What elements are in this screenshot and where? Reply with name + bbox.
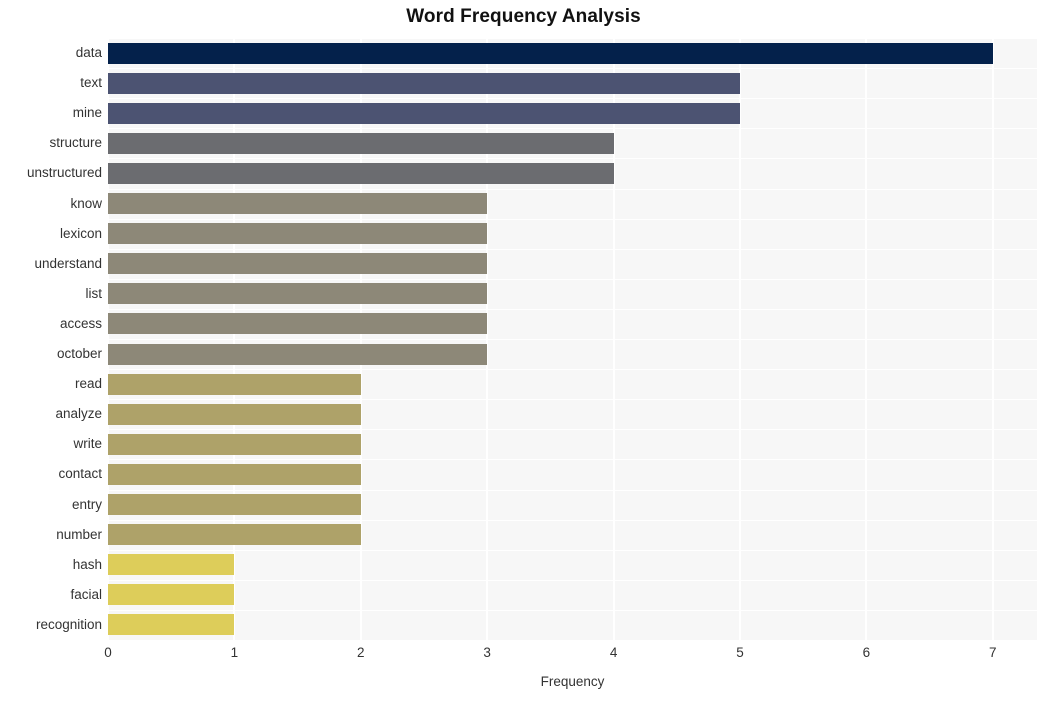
bar [108,162,614,184]
bar [108,554,235,576]
bar [108,494,361,516]
x-axis-tick-label: 6 [862,645,871,660]
bar [108,283,488,305]
bar [108,253,488,275]
y-axis-tick-label: read [74,376,102,392]
y-axis-tick-label: hash [72,556,102,572]
bar [108,193,488,215]
y-axis-tick-label: recognition [35,616,102,632]
y-axis-tick-label: understand [34,255,102,271]
y-axis-tick-label: unstructured [26,165,102,181]
bar [108,102,740,124]
y-axis-tick-label: lexicon [59,225,102,241]
word-frequency-chart-figure: Word Frequency Analysis data text mine stru… [0,0,1047,701]
y-axis-tick-label: data [75,45,102,61]
y-axis-tick-label: access [59,315,102,331]
x-axis-title: Frequency [540,674,605,689]
plot-area [107,38,1037,641]
bar [108,403,361,425]
x-axis-tick-label: 0 [104,645,112,660]
bar [108,132,614,154]
bar [108,313,488,335]
y-axis-tick-label: structure [49,135,102,151]
bar [108,343,488,365]
x-axis-tick-label: 3 [483,645,491,660]
y-axis-tick-label: write [73,436,102,452]
y-axis-tick-label: know [70,195,102,211]
bar [108,463,361,485]
y-axis-tick-label: analyze [55,406,102,422]
x-axis-tick-label: 7 [988,645,997,660]
gridline-horizontal [108,640,1037,641]
x-axis-tick-labels: 0 1 2 3 4 5 6 7 [0,646,1047,668]
y-axis-tick-label: mine [72,105,102,121]
x-axis-tick-label: 1 [230,645,239,660]
bars-layer [108,38,1037,640]
bar [108,584,235,606]
bar [108,524,361,546]
y-axis-tick-label: list [85,285,103,301]
y-axis-tick-label: facial [70,586,102,602]
y-axis-tick-label: number [56,526,102,542]
x-axis-tick-label: 4 [609,645,618,660]
bar [108,433,361,455]
bar [108,614,235,636]
y-axis-tick-labels: data text mine structure unstructured know lex… [0,38,102,640]
bar [108,223,488,245]
bar [108,373,361,395]
bar [108,42,993,64]
y-axis-tick-label: contact [58,466,102,482]
x-axis-tick-label: 5 [736,645,744,660]
bar [108,72,740,94]
chart-title: Word Frequency Analysis [406,6,641,27]
x-axis-tick-label: 2 [357,645,365,660]
y-axis-tick-label: october [56,346,102,362]
y-axis-tick-label: entry [71,496,102,512]
y-axis-tick-label: text [80,75,102,91]
